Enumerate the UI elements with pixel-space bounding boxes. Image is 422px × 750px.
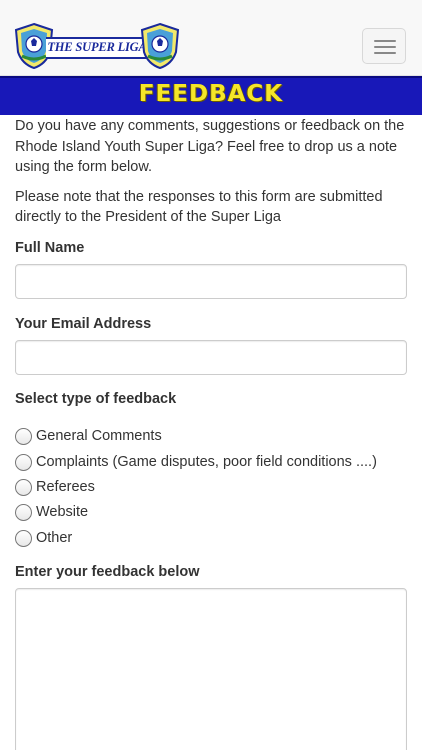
radio-option-referees[interactable]: Referees	[15, 476, 95, 498]
logo-banner: THE SUPER LIGA	[46, 37, 148, 59]
radio-label: Complaints (Game disputes, poor field co…	[36, 454, 377, 470]
radio-label: General Comments	[36, 428, 162, 444]
site-header: THE SUPER LIGA	[0, 0, 422, 76]
intro-paragraph: Do you have any comments, suggestions or…	[15, 118, 405, 175]
feedback-textarea[interactable]	[15, 588, 407, 750]
radio-option-general-comments[interactable]: General Comments	[15, 425, 162, 447]
radio-option-complaints[interactable]: Complaints (Game disputes, poor field co…	[15, 451, 377, 473]
logo-text: THE SUPER LIGA	[47, 40, 147, 54]
feedback-type-label: Select type of feedback	[15, 391, 177, 407]
radio-button[interactable]	[15, 503, 32, 521]
radio-button[interactable]	[15, 427, 32, 445]
radio-label: Other	[36, 530, 73, 546]
radio-button[interactable]	[15, 478, 32, 496]
super-liga-logo[interactable]: THE SUPER LIGA	[12, 22, 182, 70]
crest-icon	[140, 22, 180, 70]
notice-paragraph: Please note that the responses to this f…	[15, 188, 383, 226]
radio-label: Referees	[36, 479, 95, 495]
intro-text: Do you have any comments, suggestions or…	[15, 116, 407, 228]
page-title-banner: FEEDBACK	[0, 76, 422, 115]
hamburger-menu-icon	[374, 40, 396, 42]
feedback-label: Enter your feedback below	[15, 564, 200, 580]
radio-label: Website	[36, 504, 89, 520]
page-title: FEEDBACK	[138, 81, 284, 107]
radio-button[interactable]	[15, 529, 32, 547]
full-name-input[interactable]	[15, 264, 407, 299]
hamburger-menu-button[interactable]	[362, 28, 406, 64]
email-label: Your Email Address	[15, 316, 152, 332]
email-input[interactable]	[15, 340, 407, 375]
radio-option-other[interactable]: Other	[15, 527, 72, 549]
radio-option-website[interactable]: Website	[15, 501, 88, 523]
radio-button[interactable]	[15, 453, 32, 471]
full-name-label: Full Name	[15, 240, 85, 256]
